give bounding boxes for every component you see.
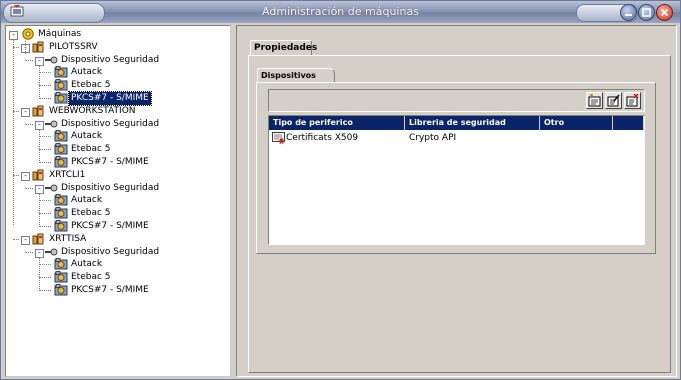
tree-item-module-2-2[interactable]: PKCS#7 - S/MIME [69, 220, 151, 233]
col-header-libreria[interactable]: Libreria de seguridad [405, 116, 540, 130]
title-bar[interactable]: Administración de máquinas [1, 1, 680, 23]
tree-item-device-group-2-label: Dispositivo Seguridad [61, 182, 160, 193]
add-device-icon [588, 94, 601, 107]
tree-item-module-2-0[interactable]: Autack [69, 194, 104, 207]
tree-item-module-0-0[interactable]: Autack [69, 66, 104, 79]
tree-item-device-group-3-label: Dispositivo Seguridad [61, 246, 160, 257]
table-row[interactable]: Certificats X509 Crypto API [269, 131, 644, 145]
col-header-extra[interactable] [613, 116, 644, 130]
machine-tree[interactable]: - Máquinas - PILOTSSRV - Dispositivo Segur… [5, 25, 231, 377]
close-icon [660, 8, 669, 17]
close-button[interactable] [656, 4, 673, 21]
tree-item-module-0-2[interactable]: PKCS#7 - S/MIME [68, 91, 152, 106]
tree-item-module-0-1[interactable]: Etebac 5 [69, 79, 113, 92]
tree-item-module-1-1[interactable]: Etebac 5 [69, 143, 113, 156]
machine-icon [32, 169, 44, 181]
security-module-icon [54, 130, 68, 142]
tree-item-module-1-0-label: Autack [71, 131, 103, 142]
col-header-tipo[interactable]: Tipo de periferico [269, 116, 405, 130]
tree-item-module-0-0-label: Autack [71, 67, 103, 78]
add-device-button[interactable] [586, 92, 603, 109]
tree-item-machine-3-label: XRTTISA [49, 233, 87, 244]
tree-item-machine-0[interactable]: PILOTSSRV [47, 41, 100, 54]
security-module-icon [54, 92, 68, 104]
tree-item-module-2-0-label: Autack [71, 195, 103, 206]
tab-propiedades[interactable]: Propiedades [250, 40, 317, 55]
expand-machine-1[interactable]: - [21, 107, 30, 117]
devices-table[interactable]: Tipo de periferico Libreria de seguridad… [268, 115, 645, 245]
security-module-icon [54, 284, 68, 296]
tree-item-machine-3[interactable]: XRTTISA [47, 233, 88, 246]
tree-item-module-2-1[interactable]: Etebac 5 [69, 207, 113, 220]
security-module-icon [54, 207, 68, 219]
tree-item-machine-1-label: WEBWORKSTATION [49, 105, 136, 116]
tree-item-machine-0-label: PILOTSSRV [49, 41, 98, 52]
security-module-icon [54, 66, 68, 78]
cell-tipo: Certificats X509 [286, 133, 359, 143]
maximize-button[interactable] [638, 4, 655, 21]
edit-device-icon [607, 94, 620, 107]
security-module-icon [54, 220, 68, 232]
security-module-icon [54, 143, 68, 155]
security-module-icon [54, 194, 68, 206]
tree-item-module-3-1-label: Etebac 5 [71, 272, 111, 283]
machines-root-icon [22, 28, 34, 40]
tree-item-module-1-1-label: Etebac 5 [71, 144, 111, 155]
tree-item-maquinas[interactable]: Máquinas [36, 28, 83, 41]
security-module-icon [54, 258, 68, 270]
tree-item-module-0-2-label: PKCS#7 - S/MIME [68, 91, 152, 106]
tree-item-device-group-0-label: Dispositivo Seguridad [61, 54, 160, 65]
tree-item-module-3-1[interactable]: Etebac 5 [69, 271, 113, 284]
edit-device-button[interactable] [605, 92, 622, 109]
tree-item-module-2-1-label: Etebac 5 [71, 208, 111, 219]
tree-item-machine-2[interactable]: XRTCLI1 [47, 169, 87, 182]
tab-dispositivos[interactable]: Dispositivos [257, 68, 335, 82]
security-module-icon [54, 271, 68, 283]
properties-pane: Propiedades Dispositivos Tipo de perifer… [236, 25, 677, 377]
tree-item-device-group-2[interactable]: Dispositivo Seguridad [59, 182, 161, 195]
certificate-icon [272, 132, 285, 144]
col-header-otro[interactable]: Otro [540, 116, 613, 130]
machine-icon [32, 105, 44, 117]
expand-machine-3[interactable]: - [21, 235, 30, 245]
devices-toolbar [268, 89, 645, 112]
tree-item-machine-2-label: XRTCLI1 [49, 169, 86, 180]
security-device-icon [45, 120, 58, 128]
tree-item-module-0-1-label: Etebac 5 [71, 80, 111, 91]
cell-libreria: Crypto API [409, 133, 457, 143]
minimize-button[interactable] [620, 4, 637, 21]
splitter[interactable] [232, 25, 235, 377]
machine-icon [32, 233, 44, 245]
tree-item-module-3-0[interactable]: Autack [69, 258, 104, 271]
minimize-icon [625, 14, 632, 16]
machine-icon [32, 41, 44, 53]
tree-item-module-3-2-label: PKCS#7 - S/MIME [71, 285, 149, 295]
tree-item-device-group-1-label: Dispositivo Seguridad [61, 118, 160, 129]
expand-machine-2[interactable]: - [21, 171, 30, 181]
main-window: Administración de máquinas - Máquinas - P… [0, 0, 681, 380]
tree-item-device-group-0[interactable]: Dispositivo Seguridad [59, 54, 161, 67]
security-module-icon [54, 156, 68, 168]
tree-item-module-3-2[interactable]: PKCS#7 - S/MIME [69, 284, 151, 297]
tree-item-maquinas-label: Máquinas [38, 29, 82, 39]
tree-item-module-1-2[interactable]: PKCS#7 - S/MIME [69, 156, 151, 169]
security-module-icon [54, 79, 68, 91]
tree-item-module-1-2-label: PKCS#7 - S/MIME [71, 157, 149, 167]
security-device-icon [45, 248, 58, 256]
tree-item-module-3-0-label: Autack [71, 259, 103, 270]
security-device-icon [45, 56, 58, 64]
tree-item-module-1-0[interactable]: Autack [69, 130, 104, 143]
tree-item-device-group-3[interactable]: Dispositivo Seguridad [59, 246, 161, 259]
delete-device-icon [626, 94, 639, 107]
tree-item-module-2-2-label: PKCS#7 - S/MIME [71, 221, 149, 231]
tree-item-machine-1[interactable]: WEBWORKSTATION [47, 105, 138, 118]
delete-device-button[interactable] [624, 92, 641, 109]
maximize-icon [642, 8, 651, 17]
tree-item-device-group-1[interactable]: Dispositivo Seguridad [59, 118, 161, 131]
security-device-icon [45, 184, 58, 192]
